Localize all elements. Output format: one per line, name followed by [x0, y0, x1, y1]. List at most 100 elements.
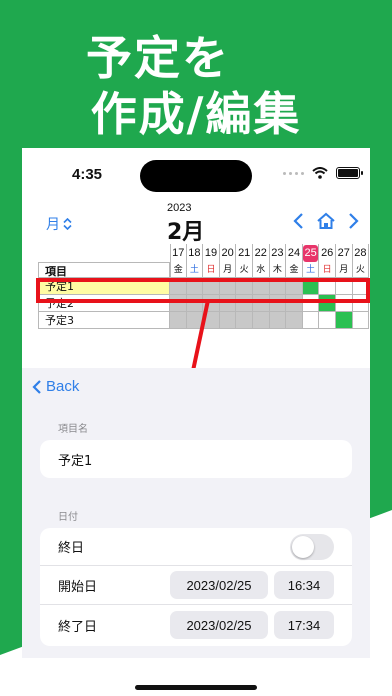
gantt-cell[interactable]: [236, 295, 253, 312]
gantt-weekday: 火: [352, 262, 370, 278]
today-badge: 25: [303, 245, 319, 262]
gantt-item-row-label[interactable]: 予定2: [38, 295, 170, 312]
gantt-day-number[interactable]: 22: [253, 244, 270, 262]
gantt-cell[interactable]: [302, 312, 320, 329]
gantt-cell[interactable]: [286, 312, 303, 329]
gantt-weekday: 金: [170, 262, 187, 278]
start-row: 開始日 2023/02/25 16:34: [40, 566, 352, 605]
view-selector-label: 月: [46, 217, 60, 233]
gantt-cell[interactable]: [219, 278, 237, 295]
gantt-cell[interactable]: [336, 278, 353, 295]
end-time-picker[interactable]: 17:34: [274, 611, 334, 639]
gantt-cell[interactable]: [219, 312, 237, 329]
status-icons: [283, 167, 363, 179]
status-time: 4:35: [72, 166, 103, 183]
edit-form: Back 項目名 予定1 日付 終日 開始日 2023/02/25 16:34 …: [22, 368, 370, 658]
dynamic-island: [140, 160, 252, 192]
gantt-cell[interactable]: [286, 295, 303, 312]
gantt-day-number[interactable]: 26: [319, 244, 336, 262]
gantt-cell[interactable]: [319, 312, 336, 329]
gantt-chart: 項目 17 金 18 土 19 日 20 月 21 火 22 水 23 木 24 金 25 土 26 日 27 月 28 火予定…: [38, 244, 370, 344]
phone-screen: 4:35 月 2023 2月 項目 17 金 18 土 19 日 20 月 21 火 22 水 23 木 24…: [22, 148, 370, 658]
gantt-weekday: 水: [253, 262, 270, 278]
gantt-day-number[interactable]: 23: [270, 244, 287, 262]
gantt-cell[interactable]: [319, 295, 336, 312]
end-row: 終了日 2023/02/25 17:34: [40, 605, 352, 645]
end-date-picker[interactable]: 2023/02/25: [170, 611, 268, 639]
all-day-toggle[interactable]: [290, 533, 334, 560]
gantt-cell[interactable]: [302, 278, 320, 295]
headline-line2: 作成/編集: [90, 87, 302, 141]
year-label: 2023: [167, 202, 192, 214]
gantt-cell[interactable]: [170, 278, 187, 295]
date-section-label: 日付: [58, 512, 78, 523]
gantt-weekday: 木: [269, 262, 287, 278]
all-day-row: 終日: [40, 528, 352, 566]
chevron-left-icon: [32, 379, 41, 394]
gantt-weekday: 土: [302, 262, 320, 278]
chevron-left-icon[interactable]: [292, 212, 304, 230]
gantt-cell[interactable]: [219, 295, 237, 312]
gantt-cell[interactable]: [236, 312, 253, 329]
month-title: 2月: [167, 220, 205, 245]
gantt-weekday: 月: [336, 262, 353, 278]
item-name-card: 予定1: [40, 440, 352, 478]
battery-icon: [336, 167, 363, 179]
gantt-cell[interactable]: [286, 278, 303, 295]
gantt-weekday: 火: [236, 262, 253, 278]
gantt-cell[interactable]: [170, 295, 187, 312]
view-selector-button[interactable]: 月: [46, 214, 72, 234]
gantt-cell[interactable]: [302, 295, 320, 312]
back-label: Back: [46, 378, 80, 395]
gantt-day-number[interactable]: 19: [203, 244, 220, 262]
calendar-nav: [292, 212, 360, 230]
gantt-item-row-label[interactable]: 予定3: [38, 312, 170, 329]
gantt-day-number[interactable]: 24: [286, 244, 303, 262]
gantt-weekday: 日: [319, 262, 336, 278]
item-name-section-label: 項目名: [58, 424, 88, 435]
gantt-cell[interactable]: [236, 278, 253, 295]
start-date-picker[interactable]: 2023/02/25: [170, 571, 268, 599]
gantt-cell[interactable]: [336, 295, 353, 312]
item-name-field[interactable]: 予定1: [40, 440, 352, 478]
start-label: 開始日: [58, 579, 98, 595]
gantt-cell[interactable]: [352, 295, 370, 312]
chevron-updown-icon: [63, 218, 72, 230]
gantt-item-header: 項目: [38, 262, 170, 278]
gantt-weekday: 金: [286, 262, 303, 278]
chevron-right-icon[interactable]: [348, 212, 360, 230]
gantt-day-number[interactable]: 18: [187, 244, 204, 262]
gantt-day-number[interactable]: 25: [303, 244, 320, 262]
item-name-value: 予定1: [58, 453, 93, 469]
start-time-picker[interactable]: 16:34: [274, 571, 334, 599]
end-label: 終了日: [58, 619, 98, 635]
date-card: 終日 開始日 2023/02/25 16:34 終了日 2023/02/25 1…: [40, 528, 352, 646]
gantt-weekday: 土: [186, 262, 204, 278]
gantt-cell[interactable]: [170, 312, 187, 329]
gantt-item-row-label[interactable]: 予定1: [38, 278, 170, 295]
gantt-cell[interactable]: [269, 278, 287, 295]
gantt-day-number[interactable]: 20: [220, 244, 237, 262]
gantt-cell[interactable]: [186, 295, 204, 312]
gantt-cell[interactable]: [352, 278, 370, 295]
gantt-cell[interactable]: [186, 278, 204, 295]
home-icon[interactable]: [316, 212, 336, 230]
wifi-icon: [312, 167, 328, 179]
signal-dots-icon: [283, 171, 304, 175]
gantt-cell[interactable]: [319, 278, 336, 295]
gantt-weekday: 月: [219, 262, 237, 278]
gantt-cell[interactable]: [336, 312, 353, 329]
gantt-cell[interactable]: [269, 295, 287, 312]
gantt-cell[interactable]: [352, 312, 370, 329]
gantt-day-number[interactable]: 28: [353, 244, 370, 262]
gantt-day-number[interactable]: 21: [236, 244, 253, 262]
back-button[interactable]: Back: [32, 378, 79, 395]
gantt-cell[interactable]: [269, 312, 287, 329]
gantt-cell[interactable]: [203, 278, 220, 295]
gantt-cell[interactable]: [253, 295, 270, 312]
gantt-cell[interactable]: [253, 278, 270, 295]
gantt-day-number[interactable]: 17: [170, 244, 187, 262]
gantt-weekday: 日: [203, 262, 220, 278]
gantt-day-number[interactable]: 27: [336, 244, 353, 262]
gantt-cell[interactable]: [253, 312, 270, 329]
